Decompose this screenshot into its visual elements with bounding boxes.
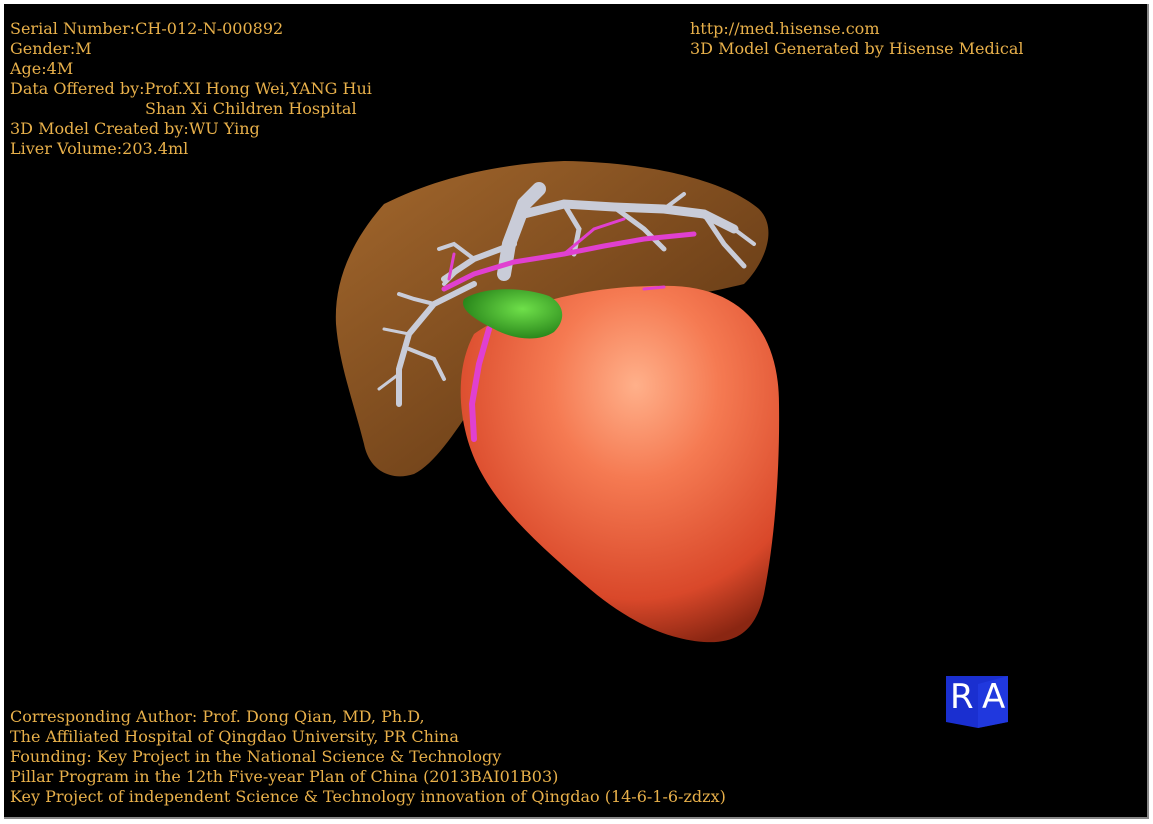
hospital-name: Shan Xi Children Hospital (145, 99, 357, 118)
corresponding-author: Corresponding Author: Prof. Dong Qian, M… (10, 707, 425, 726)
3d-viewport[interactable]: Serial Number:CH-012-N-000892 Gender:M A… (4, 4, 1149, 819)
patient-info: Serial Number:CH-012-N-000892 Gender:M A… (10, 19, 372, 159)
generated-by: 3D Model Generated by Hisense Medical (690, 39, 1024, 58)
orientation-anterior-label: A (982, 677, 1006, 717)
gender: Gender:M (10, 39, 92, 58)
age: Age:4M (10, 59, 74, 78)
founding-line: Founding: Key Project in the National Sc… (10, 747, 502, 766)
orientation-cube[interactable]: R A (944, 672, 1010, 728)
data-offered-by: Data Offered by:Prof.XI Hong Wei,YANG Hu… (10, 79, 372, 98)
liver-volume: Liver Volume:203.4ml (10, 139, 189, 158)
affiliated-hospital: The Affiliated Hospital of Qingdao Unive… (10, 727, 459, 746)
model-created-by: 3D Model Created by:WU Ying (10, 119, 260, 138)
key-project: Key Project of independent Science & Tec… (10, 787, 726, 806)
tumor-mass (460, 285, 780, 643)
orientation-right-label: R (950, 677, 974, 717)
website-url: http://med.hisense.com (690, 19, 880, 38)
credit-info: http://med.hisense.com 3D Model Generate… (690, 19, 1023, 59)
serial-number: Serial Number:CH-012-N-000892 (10, 19, 284, 38)
footer-info: Corresponding Author: Prof. Dong Qian, M… (10, 707, 726, 807)
pillar-program: Pillar Program in the 12th Five-year Pla… (10, 767, 559, 786)
